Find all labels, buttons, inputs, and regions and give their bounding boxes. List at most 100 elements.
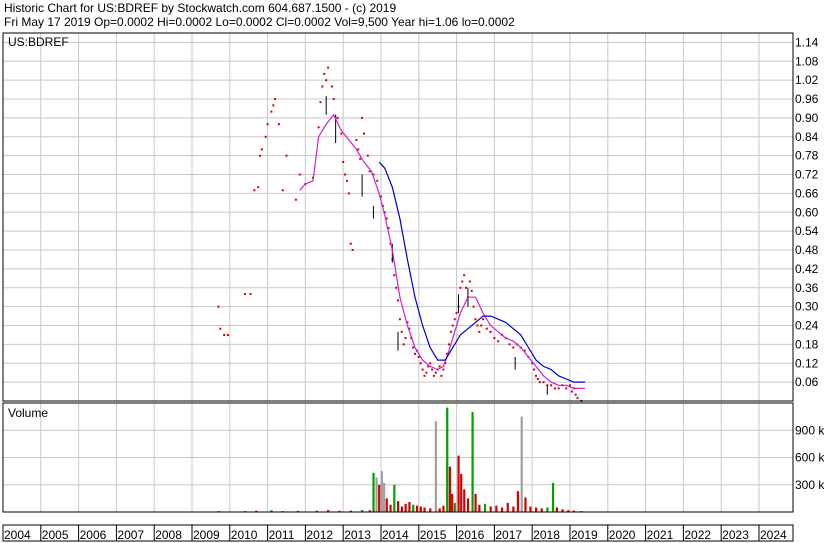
x-tick-label: 2004: [4, 528, 31, 542]
price-point: [478, 330, 481, 333]
price-point: [421, 368, 424, 371]
price-tick-label: 0.36: [795, 281, 819, 295]
volume-bar: [385, 498, 388, 512]
price-point: [493, 337, 496, 340]
volume-bar: [474, 493, 477, 512]
x-tick-label: 2009: [193, 528, 220, 542]
volume-bar: [478, 504, 481, 512]
volume-bar: [412, 504, 415, 512]
volume-tick-label: 600 k: [795, 451, 825, 465]
price-point: [534, 374, 537, 377]
price-point: [432, 374, 435, 377]
price-point: [285, 154, 288, 157]
price-tick-label: 1.02: [795, 73, 819, 87]
price-point: [536, 377, 539, 380]
price-tick-label: 0.78: [795, 149, 819, 163]
price-point: [442, 368, 445, 371]
price-point: [472, 305, 475, 308]
volume-panel-title: Volume: [8, 406, 48, 420]
x-tick-label: 2010: [231, 528, 258, 542]
price-point: [345, 179, 348, 182]
price-point: [347, 192, 350, 195]
price-point: [398, 318, 401, 321]
x-tick-label: 2006: [80, 528, 107, 542]
price-point: [533, 368, 536, 371]
price-point: [325, 79, 328, 82]
price-point: [550, 384, 553, 387]
price-point: [349, 242, 352, 245]
volume-bar: [453, 502, 456, 512]
volume-bar: [512, 506, 515, 512]
price-tick-label: 0.72: [795, 168, 819, 182]
price-tick-label: 0.54: [795, 224, 819, 238]
x-tick-label: 2020: [609, 528, 636, 542]
price-point: [404, 337, 407, 340]
price-point: [542, 381, 545, 384]
volume-bar: [555, 507, 558, 512]
price-point: [223, 333, 226, 336]
price-point: [414, 352, 417, 355]
price-point: [429, 362, 432, 365]
x-tick-label: 2015: [420, 528, 447, 542]
price-point: [274, 98, 277, 101]
volume-bar: [471, 412, 474, 512]
volume-bar: [400, 506, 403, 512]
price-point: [330, 85, 333, 88]
volume-bar: [380, 471, 383, 512]
price-point: [395, 286, 398, 289]
price-point: [340, 132, 343, 135]
price-point: [402, 343, 405, 346]
volume-bar: [423, 507, 426, 512]
volume-bar: [524, 497, 527, 512]
price-point: [425, 371, 428, 374]
price-point: [266, 123, 269, 126]
price-point: [342, 160, 345, 163]
volume-bar: [397, 501, 400, 512]
price-point: [463, 274, 466, 277]
volume-bar: [419, 506, 422, 512]
volume-bar: [446, 407, 449, 512]
volume-bar: [415, 505, 419, 512]
price-point: [376, 179, 379, 182]
chart-marks: [217, 66, 586, 513]
price-tick-label: 1.08: [795, 54, 819, 68]
price-point: [259, 154, 262, 157]
price-point: [431, 368, 434, 371]
x-tick-label: 2011: [269, 528, 295, 542]
volume-bar: [551, 482, 555, 512]
price-volume-chart: US:BDREF Volume 2004 2005 2006 2007 2008 2009…: [2, 32, 825, 542]
price-tick-label: 0.96: [795, 92, 819, 106]
price-point: [497, 340, 500, 343]
x-tick-label: 2023: [722, 528, 749, 542]
price-point: [294, 198, 297, 201]
x-tick-label: 2013: [344, 528, 371, 542]
x-tick-label: 2016: [458, 528, 485, 542]
price-point: [323, 72, 326, 75]
volume-bar: [529, 506, 532, 512]
x-tick-label: 2022: [684, 528, 711, 542]
volume-bar: [466, 498, 470, 512]
price-point: [281, 189, 284, 192]
price-point: [538, 381, 541, 384]
volume-bar: [408, 502, 411, 512]
volume-panel-grid: [2, 403, 793, 512]
volume-bar: [540, 508, 543, 512]
volume-bar: [534, 507, 538, 512]
price-point: [264, 135, 267, 138]
price-point: [253, 189, 256, 192]
volume-bar: [463, 489, 466, 512]
price-tick-label: 0.12: [795, 356, 819, 370]
price-point: [453, 318, 456, 321]
price-tick-label: 0.90: [795, 111, 819, 125]
price-tick-label: 0.84: [795, 130, 819, 144]
volume-bar: [389, 504, 392, 512]
price-point: [393, 274, 396, 277]
price-point: [226, 333, 229, 336]
price-point: [434, 371, 437, 374]
volume-bar: [378, 484, 381, 512]
price-point: [321, 85, 324, 88]
x-tick-label: 2012: [306, 528, 333, 542]
price-point: [482, 318, 485, 321]
price-point: [476, 324, 479, 327]
x-tick-label: 2008: [155, 528, 182, 542]
